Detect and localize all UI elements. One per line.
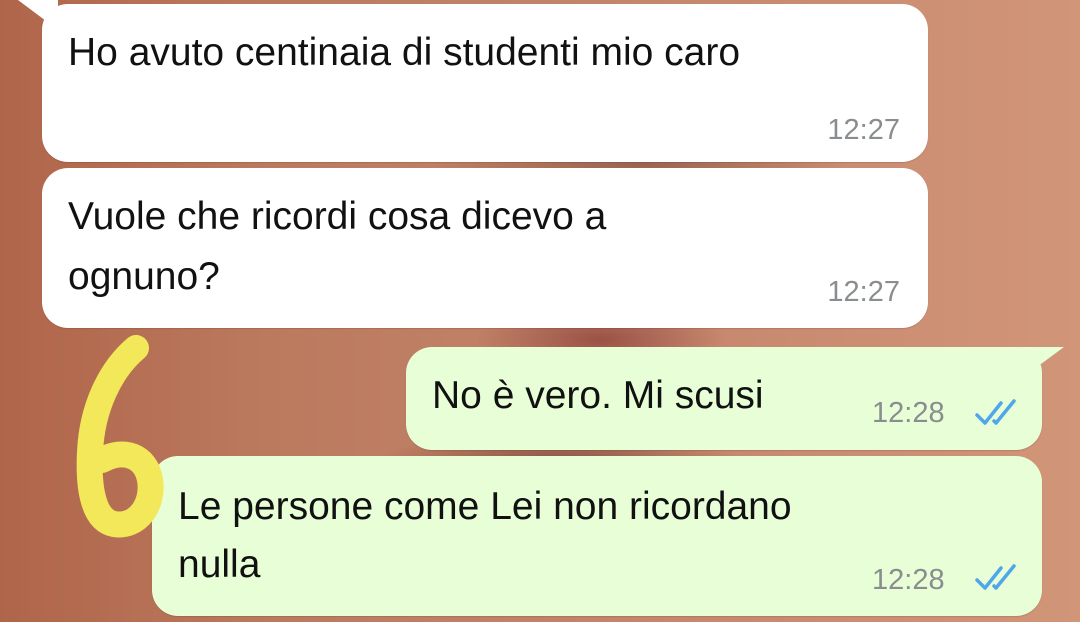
- incoming-message-bubble[interactable]: Ho avuto centinaia di studenti mio caro …: [42, 4, 928, 162]
- message-text-line: Vuole che ricordi cosa dicevo a: [68, 195, 607, 238]
- incoming-message-bubble[interactable]: Vuole che ricordi cosa dicevo a ognuno? …: [42, 168, 928, 328]
- message-text-line: nulla: [178, 543, 261, 586]
- message-text-line: Le persone come Lei non ricordano: [178, 485, 792, 528]
- message-text: Ho avuto centinaia di studenti mio caro: [68, 31, 741, 74]
- message-timestamp: 12:27: [827, 276, 900, 308]
- outgoing-message-bubble[interactable]: No è vero. Mi scusi 12:28: [406, 347, 1042, 450]
- handwritten-six-annotation: [76, 335, 164, 538]
- message-timestamp: 12:28: [872, 397, 945, 429]
- message-timestamp: 12:27: [827, 114, 900, 146]
- outgoing-message-bubble[interactable]: Le persone come Lei non ricordano nulla …: [152, 456, 1042, 616]
- read-double-check-icon: [975, 564, 1016, 590]
- message-timestamp: 12:28: [872, 564, 945, 596]
- message-text-line: ognuno?: [68, 255, 220, 298]
- read-double-check-icon: [975, 399, 1016, 425]
- message-text: No è vero. Mi scusi: [432, 374, 764, 417]
